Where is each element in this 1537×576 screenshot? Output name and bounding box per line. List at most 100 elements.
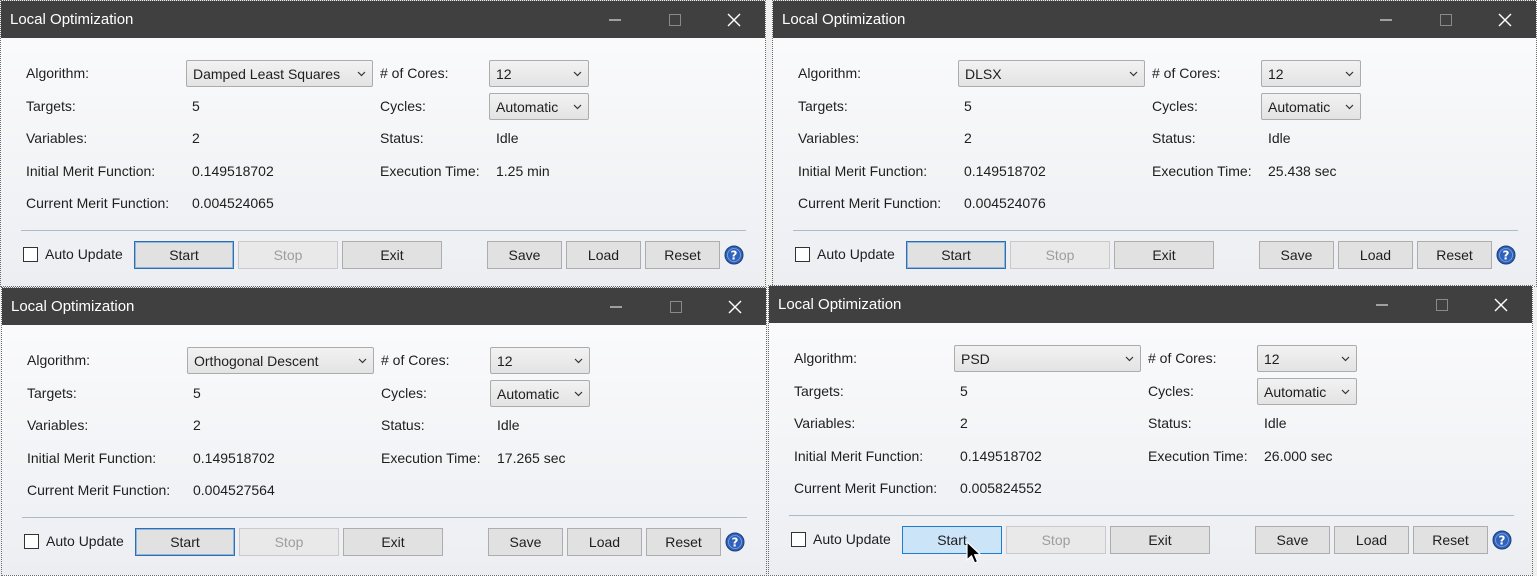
load-button[interactable]: Load: [566, 241, 641, 269]
auto-update-checkbox[interactable]: [795, 247, 810, 262]
status-label: Status:: [380, 130, 424, 146]
separator: [21, 230, 746, 231]
cycles-select[interactable]: Automatic: [1257, 378, 1357, 405]
minimize-button[interactable]: [592, 1, 638, 38]
window-title: Local Optimization: [778, 296, 902, 313]
close-button[interactable]: [711, 1, 757, 38]
load-button[interactable]: Load: [567, 528, 642, 556]
cores-select[interactable]: 12: [1261, 60, 1361, 87]
close-button[interactable]: [712, 288, 758, 325]
start-button[interactable]: Start: [134, 241, 234, 269]
help-icon[interactable]: ?: [1492, 530, 1512, 550]
cores-select[interactable]: 12: [1257, 345, 1357, 372]
current-merit-value: 0.005824552: [960, 480, 1042, 496]
load-button[interactable]: Load: [1334, 526, 1409, 554]
execution-time-label: Execution Time:: [1148, 448, 1248, 464]
auto-update-label: Auto Update: [45, 246, 123, 262]
variables-label: Variables:: [27, 417, 89, 433]
initial-merit-label: Initial Merit Function:: [794, 448, 924, 464]
auto-update-checkbox[interactable]: [24, 534, 39, 549]
cycles-select[interactable]: Automatic: [489, 93, 589, 120]
chevron-down-icon: [574, 358, 583, 364]
status-value: Idle: [1264, 415, 1287, 431]
auto-update-checkbox[interactable]: [791, 532, 806, 547]
help-icon[interactable]: ?: [1496, 245, 1516, 265]
initial-merit-value: 0.149518702: [192, 163, 274, 179]
algorithm-label: Algorithm:: [798, 65, 862, 81]
targets-value: 5: [192, 98, 200, 114]
cycles-label: Cycles:: [1148, 383, 1194, 399]
save-button[interactable]: Save: [487, 241, 562, 269]
algorithm-select[interactable]: Orthogonal Descent: [187, 347, 374, 374]
minimize-button[interactable]: [1359, 286, 1405, 323]
status-label: Status:: [1148, 415, 1192, 431]
save-button[interactable]: Save: [488, 528, 563, 556]
cores-select[interactable]: 12: [490, 347, 590, 374]
start-button[interactable]: Start: [135, 528, 235, 556]
mouse-pointer-icon: [966, 541, 982, 564]
algorithm-select[interactable]: Damped Least Squares: [186, 60, 373, 87]
exit-button[interactable]: Exit: [343, 528, 443, 556]
reset-button[interactable]: Reset: [645, 241, 720, 269]
cores-label: # of Cores:: [1148, 350, 1217, 366]
cycles-select[interactable]: Automatic: [1261, 93, 1361, 120]
cycles-select[interactable]: Automatic: [490, 380, 590, 407]
minimize-button[interactable]: [593, 288, 639, 325]
window-title: Local Optimization: [782, 11, 906, 28]
status-label: Status:: [381, 417, 425, 433]
chevron-down-icon: [1345, 104, 1354, 110]
algorithm-label: Algorithm:: [794, 350, 858, 366]
reset-button[interactable]: Reset: [1413, 526, 1488, 554]
algorithm-select[interactable]: PSD: [954, 345, 1141, 372]
initial-merit-label: Initial Merit Function:: [26, 163, 156, 179]
svg-text:?: ?: [1503, 249, 1510, 263]
current-merit-label: Current Merit Function:: [798, 195, 942, 211]
title-bar[interactable]: Local Optimization: [773, 1, 1536, 38]
algorithm-value: PSD: [961, 351, 990, 367]
separator: [22, 517, 747, 518]
targets-value: 5: [964, 98, 972, 114]
chevron-down-icon: [1129, 71, 1138, 77]
title-bar[interactable]: Local Optimization: [2, 288, 766, 325]
auto-update-checkbox[interactable]: [23, 247, 38, 262]
exit-button[interactable]: Exit: [342, 241, 442, 269]
variables-value: 2: [960, 415, 968, 431]
status-label: Status:: [1152, 130, 1196, 146]
algorithm-label: Algorithm:: [26, 65, 90, 81]
maximize-button[interactable]: [653, 288, 699, 325]
cores-label: # of Cores:: [1152, 65, 1221, 81]
close-icon: [727, 13, 741, 27]
cores-value: 12: [496, 66, 512, 82]
start-button[interactable]: Start: [906, 241, 1006, 269]
reset-button[interactable]: Reset: [646, 528, 721, 556]
close-button[interactable]: [1478, 286, 1524, 323]
exit-button[interactable]: Exit: [1114, 241, 1214, 269]
title-bar[interactable]: Local Optimization: [1, 1, 765, 38]
optimization-window-dlsx: Local Optimization Algorithm: Targets: V…: [772, 0, 1537, 287]
variables-value: 2: [192, 130, 200, 146]
cores-select[interactable]: 12: [489, 60, 589, 87]
help-icon[interactable]: ?: [725, 532, 745, 552]
reset-button[interactable]: Reset: [1417, 241, 1492, 269]
load-button[interactable]: Load: [1338, 241, 1413, 269]
status-value: Idle: [1268, 130, 1291, 146]
minimize-button[interactable]: [1363, 1, 1409, 38]
algorithm-value: Orthogonal Descent: [194, 353, 319, 369]
cycles-label: Cycles:: [380, 98, 426, 114]
exit-button[interactable]: Exit: [1110, 526, 1210, 554]
title-bar[interactable]: Local Optimization: [769, 286, 1532, 323]
algorithm-select[interactable]: DLSX: [958, 60, 1145, 87]
save-button[interactable]: Save: [1255, 526, 1330, 554]
maximize-button[interactable]: [1419, 286, 1465, 323]
maximize-button[interactable]: [1423, 1, 1469, 38]
save-button[interactable]: Save: [1259, 241, 1334, 269]
targets-label: Targets:: [27, 385, 77, 401]
help-icon[interactable]: ?: [724, 245, 744, 265]
algorithm-value: Damped Least Squares: [193, 66, 341, 82]
execution-time-value: 26.000 sec: [1264, 448, 1333, 464]
maximize-button[interactable]: [652, 1, 698, 38]
separator: [793, 230, 1518, 231]
start-button[interactable]: Start: [902, 526, 1002, 554]
close-button[interactable]: [1482, 1, 1528, 38]
targets-label: Targets:: [794, 383, 844, 399]
